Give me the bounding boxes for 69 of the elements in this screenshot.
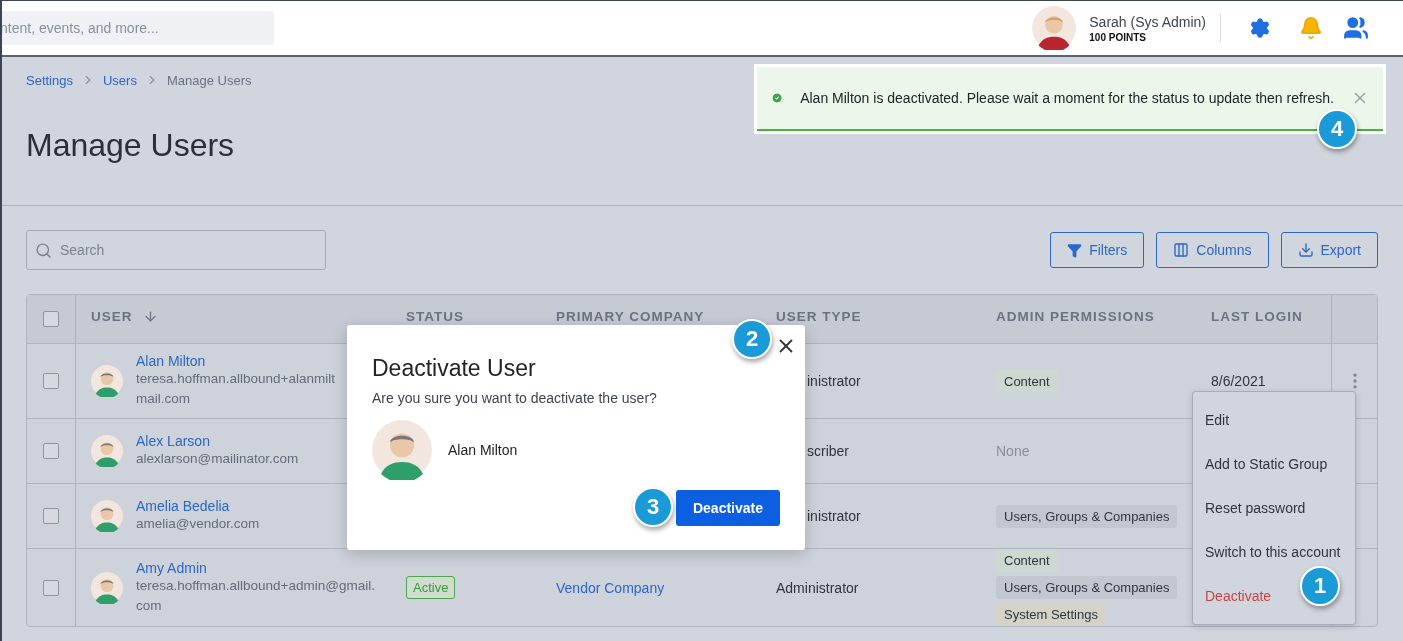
menu-item[interactable]: Add to Static Group <box>1193 442 1330 486</box>
bell-icon[interactable] <box>1299 16 1323 40</box>
user-name-link[interactable]: Amelia Bedelia <box>136 498 260 514</box>
toolbar-button[interactable]: Filters <box>1050 232 1145 268</box>
toolbar-button[interactable]: Export <box>1280 232 1378 268</box>
user-type: Administrator <box>776 579 859 596</box>
search-field[interactable]: Search <box>26 230 326 270</box>
checkbox[interactable] <box>43 579 59 596</box>
user-name-link[interactable]: Alan Milton <box>136 353 335 369</box>
user-avatar <box>1032 6 1077 50</box>
column-header[interactable]: ADMIN PERMISSIONS <box>996 309 1155 324</box>
download-icon <box>1297 242 1314 258</box>
breadcrumb-link[interactable]: Users <box>103 72 137 88</box>
menu-item[interactable]: Edit <box>1193 398 1232 442</box>
menu-item[interactable]: Deactivate <box>1193 574 1274 618</box>
column-header[interactable]: LAST LOGIN <box>1211 309 1303 324</box>
page-title: Manage Users <box>26 126 235 164</box>
status-badge: Active <box>406 576 456 599</box>
user-avatar <box>91 500 123 532</box>
user-email: amelia@vendor.com <box>136 515 260 533</box>
user-email: alexlarson@mailinator.com <box>136 450 299 468</box>
settings-icon[interactable] <box>1249 17 1271 39</box>
user-email: mail.com <box>136 390 191 408</box>
user-name[interactable]: Sarah (Sys Admin) <box>1089 13 1206 30</box>
user-avatar <box>91 365 123 397</box>
breadcrumb-link[interactable]: Settings <box>26 72 73 88</box>
user-name-link[interactable]: Alex Larson <box>136 433 299 449</box>
user-type: inistrator <box>806 508 861 524</box>
current-page-text: Manage Users <box>166 72 252 88</box>
checkbox[interactable] <box>43 508 59 524</box>
column-header[interactable]: PRIMARY COMPANY <box>556 309 705 324</box>
column-header[interactable]: USER TYPE <box>776 309 862 324</box>
column-header[interactable]: USER <box>91 309 133 324</box>
permission-tag: Content <box>996 369 1058 393</box>
user-type: inistrator <box>806 373 861 389</box>
permission-text: None <box>996 443 1030 459</box>
user-email: com <box>136 596 163 615</box>
column-header[interactable]: STATUS <box>406 309 464 324</box>
dialog-user-name: Alan Milton <box>448 442 518 458</box>
step-badge: 4 <box>1317 109 1357 149</box>
user-avatar <box>372 420 432 480</box>
search-icon <box>35 241 52 259</box>
last-login: 8/6/2021 <box>1211 373 1266 389</box>
check-icon <box>771 89 784 107</box>
permission-tag: System Settings <box>996 603 1106 626</box>
menu-item[interactable]: Reset password <box>1193 486 1308 530</box>
sort-icon[interactable] <box>142 309 158 324</box>
dialog-message: Are you sure you want to deactivate the user? <box>372 390 658 406</box>
filter-icon <box>1067 242 1083 258</box>
deactivate-button[interactable]: Deactivate <box>675 490 780 526</box>
toolbar-button[interactable]: Columns <box>1156 232 1269 268</box>
user-avatar <box>91 435 123 467</box>
dialog-title: Deactivate User <box>372 355 537 382</box>
user-avatar <box>91 571 123 604</box>
permission-tag: Users, Groups & Companies <box>996 504 1178 528</box>
people-icon[interactable] <box>1343 15 1369 41</box>
company-link[interactable]: Vendor Company <box>556 579 665 596</box>
points-label: 100 POINTS <box>1089 31 1147 43</box>
user-email: teresa.hoffman.allbound+admin@gmail. <box>136 576 375 595</box>
user-email: teresa.hoffman.allbound+alanmilt <box>136 370 335 388</box>
columns-icon <box>1173 242 1190 258</box>
permission-tag: Content <box>996 549 1058 572</box>
permission-tag: Users, Groups & Companies <box>996 576 1178 599</box>
user-type: scriber <box>806 443 849 459</box>
toast-message: Alan Milton is deactivated. Please wait a moment for the status to update then refresh. <box>800 90 1334 106</box>
checkbox[interactable] <box>43 443 59 459</box>
user-name-link[interactable]: Amy Admin <box>136 559 375 576</box>
checkbox[interactable] <box>43 311 59 327</box>
checkbox[interactable] <box>43 373 59 389</box>
